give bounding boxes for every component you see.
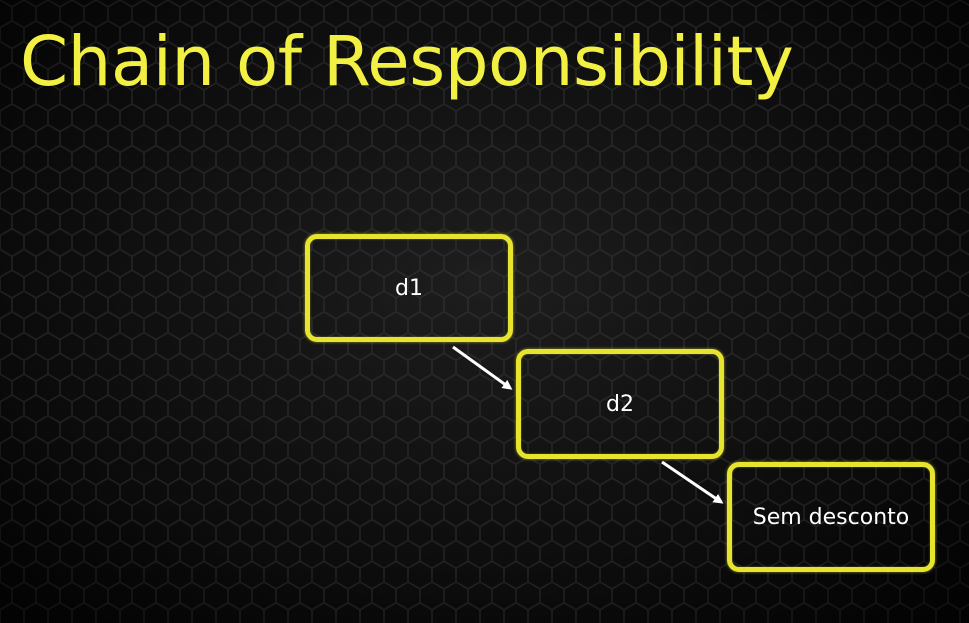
node-sem-desconto-label: Sem desconto xyxy=(752,504,910,530)
node-d2: d2 xyxy=(516,349,724,459)
node-d1: d1 xyxy=(305,234,513,342)
node-sem-desconto: Sem desconto xyxy=(727,462,935,572)
slide-title: Chain of Responsibility xyxy=(20,22,794,102)
node-d2-label: d2 xyxy=(606,391,634,417)
slide: Chain of Responsibility d1 d2 Sem descon… xyxy=(0,0,969,623)
node-d1-label: d1 xyxy=(395,275,423,301)
